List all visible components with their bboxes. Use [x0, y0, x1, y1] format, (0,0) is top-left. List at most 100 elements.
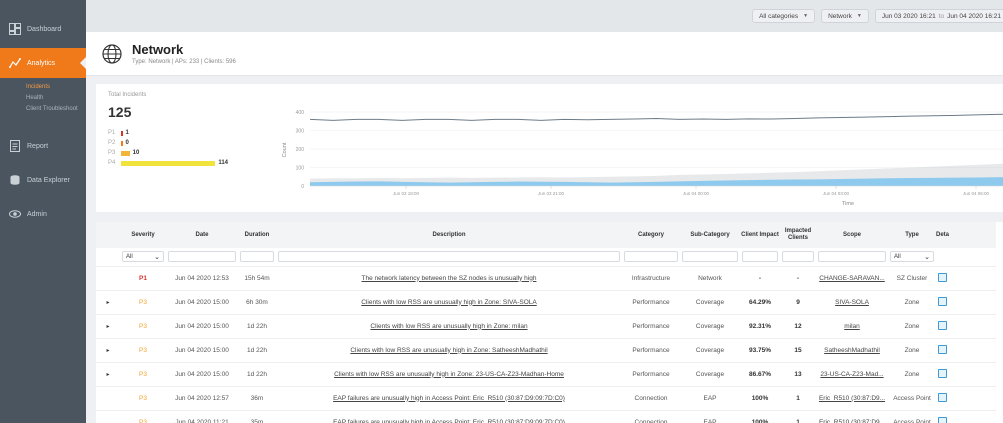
details-icon[interactable] [938, 344, 947, 354]
network-dropdown[interactable]: Network ▼ [821, 9, 869, 23]
duration-filter-input[interactable] [240, 251, 274, 263]
column-header-subcategory[interactable]: Sub-Category [680, 222, 740, 248]
sidebar-item-data-explorer[interactable]: Data Explorer [0, 165, 86, 195]
details-icon[interactable] [938, 416, 947, 423]
impacted-clients-filter-input[interactable] [782, 251, 814, 263]
column-header-description[interactable]: Description [276, 222, 622, 248]
details-icon[interactable] [938, 392, 947, 402]
scope-link[interactable]: Eric_R510 (30:87:D9... [816, 386, 888, 411]
scope-link[interactable]: CHANGE-SARAVAN... [816, 266, 888, 291]
description-link[interactable]: EAP failures are unusually high in Acces… [276, 410, 622, 423]
scope-link[interactable]: SIVA-SOLA [816, 290, 888, 315]
priority-label: P3 [108, 150, 116, 156]
submenu-item-client-troubleshoot[interactable]: Client Troubleshoot [26, 104, 86, 115]
column-header-severity[interactable]: Severity [120, 222, 166, 248]
filter-cell [622, 248, 680, 267]
expand-row-toggle[interactable]: ▸ [96, 362, 120, 387]
expand-row-toggle[interactable] [96, 266, 120, 291]
category-cell: Performance [622, 338, 680, 363]
date-range-picker[interactable]: Jun 03 2020 16:21 to Jun 04 2020 16:21 [874, 9, 1003, 23]
description-link[interactable]: The network latency between the SZ nodes… [276, 266, 622, 291]
column-header-details[interactable]: Deta [936, 222, 996, 248]
category-filter-input[interactable] [624, 251, 678, 263]
sidebar-item-dashboard[interactable]: Dashboard [0, 14, 86, 44]
expand-row-toggle[interactable]: ▸ [96, 338, 120, 363]
x-axis-label: Time [842, 201, 854, 207]
table-row[interactable]: ▸ P3 Jun 04 2020 15:00 6h 30m Clients with l… [96, 290, 996, 315]
expand-row-toggle[interactable] [96, 386, 120, 411]
priority-label: P4 [108, 160, 116, 166]
description-link[interactable]: EAP failures are unusually high in Acces… [276, 386, 622, 411]
column-header-impacted-clients[interactable]: Impacted Clients [780, 222, 816, 248]
subcategory-filter-input[interactable] [682, 251, 738, 263]
severity-filter-select[interactable]: All ⌄ [122, 251, 164, 263]
column-header-date[interactable]: Date [166, 222, 238, 248]
table-row[interactable]: P3 Jun 04 2020 12:57 36m EAP failures are u… [96, 386, 996, 411]
table-row[interactable]: P3 Jun 04 2020 11:21 35m EAP failures are u… [96, 410, 996, 423]
column-header-type[interactable]: Type [888, 222, 936, 248]
filter-cell [936, 248, 996, 267]
scope-link[interactable]: milan [816, 314, 888, 339]
table-row[interactable]: ▸ P3 Jun 04 2020 15:00 1d 22h Clients with l… [96, 314, 996, 339]
sidebar-item-admin[interactable]: Admin [0, 199, 86, 229]
severity-cell: P3 [120, 410, 166, 423]
dashboard-icon [9, 23, 21, 35]
categories-dropdown[interactable]: All categories ▼ [752, 9, 816, 23]
date-range-from: Jun 03 2020 16:21 [881, 12, 936, 20]
submenu-item-incidents[interactable]: Incidents [26, 82, 86, 93]
analytics-icon [9, 57, 21, 69]
scope-link[interactable]: 23-US-CA-Z23-Mad... [816, 362, 888, 387]
expand-row-toggle[interactable] [96, 410, 120, 423]
priority-bar [121, 130, 123, 136]
priority-row-p4[interactable]: P4 114 [108, 158, 228, 168]
description-link[interactable]: Clients with low RSS are unusually high … [276, 290, 622, 315]
subcategory-cell: Network [680, 266, 740, 291]
severity-cell: P3 [120, 290, 166, 315]
filter-cell [780, 248, 816, 267]
column-header-scope[interactable]: Scope [816, 222, 888, 248]
sidebar-item-analytics[interactable]: Analytics [0, 48, 86, 78]
submenu-item-health[interactable]: Health [26, 93, 86, 104]
description-link[interactable]: Clients with low RSS are unusually high … [276, 314, 622, 339]
duration-cell: 15h 54m [238, 266, 276, 291]
sidebar-item-report[interactable]: Report [0, 131, 86, 161]
date-filter-input[interactable] [168, 251, 236, 263]
impacted-clients-cell: 1 [780, 410, 816, 423]
column-header-category[interactable]: Category [622, 222, 680, 248]
filter-cell [166, 248, 238, 267]
details-icon[interactable] [938, 272, 947, 282]
table-row[interactable]: ▸ P3 Jun 04 2020 15:00 1d 22h Clients with l… [96, 338, 996, 363]
details-icon[interactable] [938, 296, 947, 306]
category-cell: Performance [622, 290, 680, 315]
x-tick-label: Jun 04 00:00 [683, 191, 710, 196]
priority-row-p1[interactable]: P1 1 [108, 128, 228, 138]
details-icon[interactable] [938, 368, 947, 378]
priority-bar [121, 150, 130, 156]
scope-filter-input[interactable] [818, 251, 886, 263]
priority-row-p2[interactable]: P2 0 [108, 138, 228, 148]
scope-link[interactable]: SatheeshMadhathil [816, 338, 888, 363]
column-header-duration[interactable]: Duration [238, 222, 276, 248]
report-icon [9, 140, 21, 152]
description-filter-input[interactable] [278, 251, 620, 263]
priority-row-p3[interactable]: P3 10 [108, 148, 228, 158]
incidents-table-card: Severity Date Duration Description Categ… [96, 222, 1003, 423]
table-row[interactable]: ▸ P3 Jun 04 2020 15:00 1d 22h Clients with l… [96, 362, 996, 387]
expand-row-toggle[interactable]: ▸ [96, 314, 120, 339]
filter-cell [816, 248, 888, 267]
date-cell: Jun 04 2020 12:57 [166, 386, 238, 411]
type-cell: SZ Cluster [888, 266, 936, 291]
scope-link[interactable]: Eric_R510 (30:87:D9... [816, 410, 888, 423]
expand-row-toggle[interactable]: ▸ [96, 290, 120, 315]
type-filter-select[interactable]: All ⌄ [890, 251, 934, 263]
column-header-client-impact[interactable]: Client Impact [740, 222, 780, 248]
client-impact-filter-input[interactable] [742, 251, 778, 263]
details-icon[interactable] [938, 320, 947, 330]
subcategory-cell: EAP [680, 410, 740, 423]
severity-cell: P3 [120, 338, 166, 363]
table-row[interactable]: P1 Jun 04 2020 12:53 15h 54m The network la… [96, 266, 996, 291]
incident-trend-chart[interactable]: 400 300 200 100 0 Count Jun 03 18:00 Jun 03 21:… [276, 104, 1003, 208]
priority-count: 1 [125, 130, 129, 136]
description-link[interactable]: Clients with low RSS are unusually high … [276, 338, 622, 363]
description-link[interactable]: Clients with low RSS are unusually high … [276, 362, 622, 387]
